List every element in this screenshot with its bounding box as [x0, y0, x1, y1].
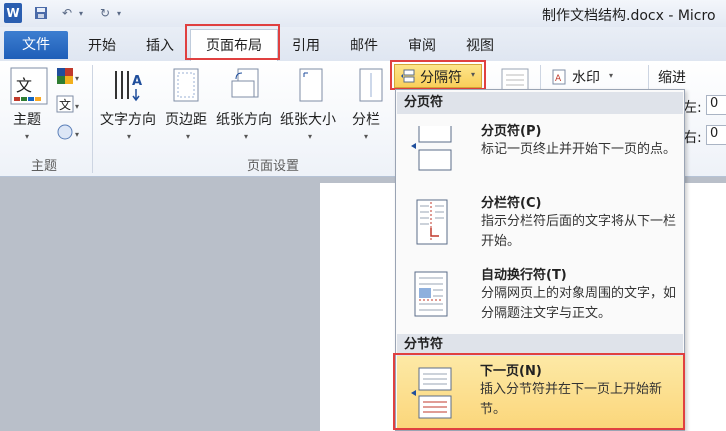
theme-colors-icon[interactable]: ▾: [56, 67, 82, 91]
page-size-caret-icon: ▾: [308, 132, 313, 141]
save-icon[interactable]: [32, 3, 50, 23]
tab-mailings[interactable]: 邮件: [344, 35, 384, 57]
word-app-icon[interactable]: W: [4, 3, 22, 23]
indent-label: 缩进: [658, 70, 686, 86]
themes-caret-icon: ▾: [25, 132, 30, 141]
tab-file[interactable]: 文件: [4, 31, 68, 59]
svg-text:A: A: [132, 74, 142, 89]
text-direction-icon[interactable]: A: [112, 67, 146, 107]
tab-home[interactable]: 开始: [82, 35, 122, 57]
columns-label: 分栏: [352, 112, 380, 128]
page-break-icon: [409, 124, 455, 176]
text-direction-caret-icon: ▾: [127, 132, 132, 141]
orientation-icon[interactable]: [230, 67, 262, 107]
themes-group-label: 主题: [31, 159, 58, 174]
watermark-caret-icon: ▾: [609, 71, 614, 80]
title-bar: W ↶ ▾ ↻ ▾ 制作文档结构.docx - Micro: [0, 0, 726, 27]
svg-text:A: A: [555, 74, 562, 84]
columns-caret-icon: ▾: [364, 132, 369, 141]
svg-text:▾: ▾: [75, 130, 79, 139]
undo-dropdown-icon[interactable]: ▾: [76, 3, 86, 23]
group-separator: [92, 65, 93, 173]
margins-icon[interactable]: [172, 67, 202, 107]
indent-right-input[interactable]: 0: [706, 125, 726, 145]
theme-effects-icon[interactable]: ▾: [56, 123, 82, 147]
customize-qat-icon[interactable]: ▾: [114, 3, 124, 23]
text-wrapping-break-title: 自动换行符(T): [481, 268, 567, 283]
page-size-icon[interactable]: [298, 67, 324, 107]
page-setup-group-label: 页面设置: [247, 159, 300, 174]
svg-text:▾: ▾: [75, 74, 79, 83]
menu-item-text-wrapping-break[interactable]: 自动换行符(T) 分隔网页上的对象周围的文字，如分隔题注文字与正文。: [397, 262, 683, 334]
indent-right-label: 右:: [683, 130, 702, 146]
themes-label: 主题: [13, 112, 41, 128]
menu-item-page-break[interactable]: 分页符(P) 标记一页终止并开始下一页的点。: [397, 116, 683, 184]
indent-left-input[interactable]: 0: [706, 95, 726, 115]
theme-fonts-icon[interactable]: 文 ▾: [56, 95, 82, 119]
themes-icon[interactable]: 文: [10, 67, 48, 109]
page-breaks-header: 分页符: [397, 92, 683, 114]
tab-insert[interactable]: 插入: [140, 35, 180, 57]
columns-icon[interactable]: [358, 67, 384, 107]
page-size-label: 纸张大小: [280, 112, 336, 128]
text-wrapping-break-desc: 分隔网页上的对象周围的文字，如分隔题注文字与正文。: [481, 286, 677, 321]
next-page-highlight: [393, 353, 685, 430]
page-break-desc: 标记一页终止并开始下一页的点。: [481, 142, 677, 157]
tab-view[interactable]: 视图: [460, 35, 500, 57]
page-break-title: 分页符(P): [481, 124, 542, 139]
margins-caret-icon: ▾: [186, 132, 191, 141]
orientation-caret-icon: ▾: [244, 132, 249, 141]
orientation-label: 纸张方向: [216, 112, 272, 128]
tab-references[interactable]: 引用: [286, 35, 326, 57]
svg-text:文: 文: [16, 76, 32, 95]
tab-page-layout[interactable]: 页面布局: [190, 29, 278, 61]
svg-text:文: 文: [59, 97, 71, 112]
watermark-label: 水印: [572, 70, 600, 86]
margins-label: 页边距: [165, 112, 207, 128]
ribbon-tabs: 文件 开始 插入 页面布局 引用 邮件 审阅 视图: [0, 27, 726, 62]
watermark-icon[interactable]: A: [552, 69, 566, 89]
window-title: 制作文档结构.docx - Micro: [542, 8, 716, 24]
undo-icon[interactable]: ↶: [58, 3, 76, 23]
column-break-title: 分栏符(C): [481, 196, 542, 211]
svg-text:▾: ▾: [75, 102, 79, 111]
redo-icon[interactable]: ↻: [96, 3, 114, 23]
tab-review[interactable]: 审阅: [402, 35, 442, 57]
indent-left-label: 左:: [683, 100, 702, 116]
column-break-desc: 指示分栏符后面的文字将从下一栏开始。: [481, 214, 677, 249]
column-break-icon: [411, 198, 451, 252]
text-wrapping-break-icon: [411, 270, 451, 324]
breaks-button-highlight: [390, 60, 486, 90]
menu-item-column-break[interactable]: 分栏符(C) 指示分栏符后面的文字将从下一栏开始。: [397, 188, 683, 260]
text-direction-label: 文字方向: [100, 112, 156, 128]
